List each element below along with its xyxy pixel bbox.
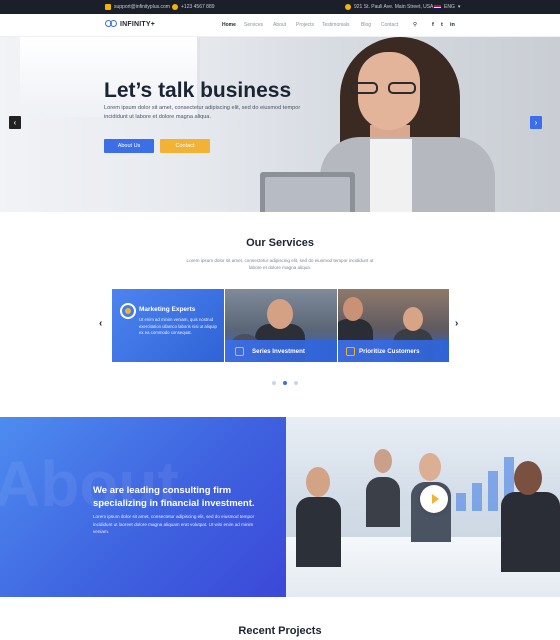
infinity-logo-icon xyxy=(105,20,117,28)
service-card-marketing[interactable]: Marketing Experts Ut enim ad minim venia… xyxy=(112,289,224,362)
language-label: ENG xyxy=(444,4,455,10)
mail-icon xyxy=(105,4,111,10)
about-section: About We are leading consulting firm spe… xyxy=(0,417,286,597)
customers-icon xyxy=(346,347,355,356)
hero-laptop-screen xyxy=(265,177,350,212)
services-carousel: Marketing Experts Ut enim ad minim venia… xyxy=(112,289,449,362)
services-subtitle: Lorem ipsum dolor sit amet, consectetur … xyxy=(186,258,374,270)
play-video-button[interactable] xyxy=(420,485,448,513)
nav-item-home[interactable]: Home xyxy=(222,14,236,37)
facebook-icon[interactable]: f xyxy=(432,14,434,37)
language-selector[interactable]: ENG ▾ xyxy=(434,0,460,14)
uk-flag-icon xyxy=(434,4,441,10)
nav-item-projects[interactable]: Projects xyxy=(296,14,314,37)
contact-button[interactable]: Contact xyxy=(160,139,210,153)
phone-icon xyxy=(172,4,178,10)
search-icon[interactable]: ⚲ xyxy=(413,14,417,37)
about-heading: We are leading consulting firm specializ… xyxy=(93,485,255,509)
location-icon xyxy=(345,4,351,10)
nav-item-about[interactable]: About xyxy=(273,14,286,37)
service-card-text: Ut enim ad minim veniam, quis nostrud ex… xyxy=(139,317,217,335)
logo[interactable]: INFINITY+ xyxy=(105,20,155,28)
service-card-title: Series Investment xyxy=(252,348,305,355)
carousel-dot-active[interactable] xyxy=(283,381,287,385)
linkedin-icon[interactable]: in xyxy=(450,14,455,37)
address-info: 921 St. Pauli Ave. Main Street, USA xyxy=(345,0,433,14)
hero-text: Lorem ipsum dolor sit amet, consectetur … xyxy=(104,105,301,120)
twitter-icon[interactable]: t xyxy=(441,14,443,37)
phone-text: +123 4567 889 xyxy=(181,4,215,10)
service-card-prioritize-customers[interactable]: Prioritize Customers xyxy=(338,289,449,362)
phone-info[interactable]: +123 4567 889 xyxy=(172,0,215,14)
services-title: Our Services xyxy=(246,237,314,249)
service-card-title: Marketing Experts xyxy=(139,306,196,313)
main-navigation: INFINITY+ Home Services About Projects T… xyxy=(0,14,560,37)
chevron-down-icon: ▾ xyxy=(457,4,461,10)
chart-icon xyxy=(235,347,244,356)
hero-prev-arrow-icon[interactable]: ‹ xyxy=(9,116,21,129)
about-us-button[interactable]: About Us xyxy=(104,139,154,153)
address-text: 921 St. Pauli Ave. Main Street, USA xyxy=(354,4,434,10)
carousel-dot[interactable] xyxy=(272,381,276,385)
hero-title: Let’s talk business xyxy=(104,79,292,102)
target-icon xyxy=(120,303,136,319)
services-prev-arrow-icon[interactable]: ‹ xyxy=(99,318,102,329)
services-next-arrow-icon[interactable]: › xyxy=(455,318,458,329)
about-text: Lorem ipsum dolor sit amet, consectetur … xyxy=(93,514,255,534)
nav-item-services[interactable]: Services xyxy=(244,14,263,37)
service-card-series-investment[interactable]: Series Investment xyxy=(225,289,337,362)
nav-item-testimonials[interactable]: Testimonials xyxy=(322,14,350,37)
carousel-dots xyxy=(272,381,298,385)
top-bar: support@infinityplus.com +123 4567 889 9… xyxy=(0,0,560,14)
nav-item-blog[interactable]: Blog xyxy=(361,14,371,37)
email-info[interactable]: support@infinityplus.com xyxy=(105,0,170,14)
nav-item-contact[interactable]: Contact xyxy=(381,14,398,37)
email-text: support@infinityplus.com xyxy=(114,4,170,10)
logo-text: INFINITY+ xyxy=(120,20,156,28)
hero-next-arrow-icon[interactable]: › xyxy=(530,116,542,129)
recent-projects-title: Recent Projects xyxy=(238,625,322,637)
carousel-dot[interactable] xyxy=(294,381,298,385)
hero-slider: Let’s talk business Lorem ipsum dolor si… xyxy=(0,37,560,212)
service-card-title: Prioritize Customers xyxy=(359,348,420,355)
